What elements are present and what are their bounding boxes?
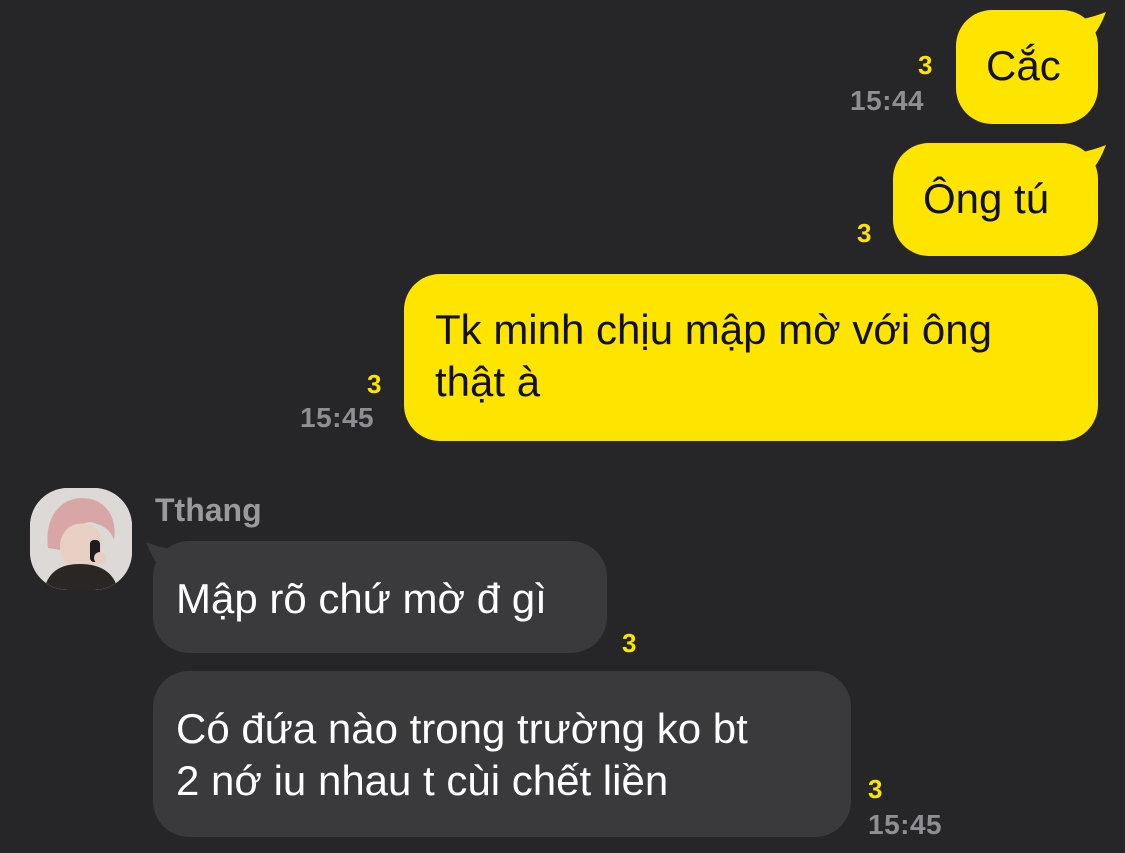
- unread-count: 3: [622, 628, 637, 658]
- unread-count: 3: [868, 774, 883, 804]
- message-line: 2 nớ iu nhau t cùi chết liền: [176, 757, 669, 804]
- unread-count: 3: [918, 50, 933, 80]
- sender-avatar[interactable]: [30, 488, 132, 590]
- unread-count: 3: [857, 218, 872, 248]
- message-line: Tk minh chịu mập mờ với ông: [435, 306, 992, 353]
- outgoing-message-bubble[interactable]: Cắc: [956, 10, 1098, 124]
- unread-count: 3: [367, 369, 382, 399]
- bubble-tail-icon: [1078, 12, 1106, 46]
- message-timestamp: 15:44: [850, 85, 925, 116]
- outgoing-message-bubble[interactable]: Tk minh chịu mập mờ với ông thật à: [404, 274, 1098, 441]
- message-timestamp: 15:45: [868, 809, 943, 840]
- message-text: Mập rõ chứ mờ đ gì: [176, 575, 547, 622]
- message-timestamp: 15:45: [300, 402, 375, 433]
- outgoing-message-bubble[interactable]: Ông tú: [893, 143, 1098, 256]
- profile-photo-avatar-icon: [30, 488, 132, 590]
- incoming-message-bubble[interactable]: Mập rõ chứ mờ đ gì: [153, 541, 607, 653]
- sender-name[interactable]: Tthang: [155, 494, 262, 526]
- message-line: thật à: [435, 358, 541, 405]
- message-text: Ông tú: [923, 175, 1050, 222]
- message-line: Có đứa nào trong trường ko bt: [176, 705, 748, 752]
- incoming-message-bubble[interactable]: Có đứa nào trong trường ko bt 2 nớ iu nh…: [153, 671, 851, 837]
- bubble-tail-icon: [1078, 145, 1106, 179]
- message-text: Cắc: [986, 42, 1061, 89]
- bubble-tail-icon: [146, 542, 174, 576]
